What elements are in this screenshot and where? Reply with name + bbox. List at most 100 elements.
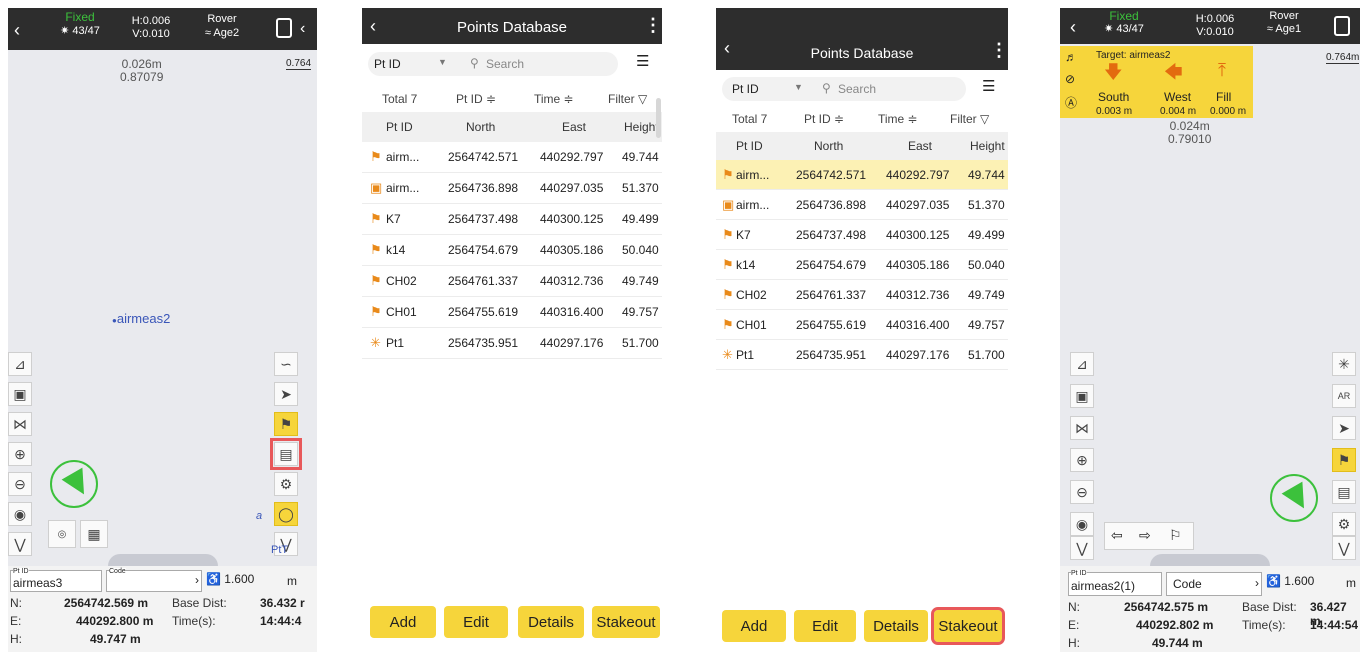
filter-field-select[interactable]: Pt ID ▼	[722, 77, 816, 101]
points-database-icon[interactable]: ▤	[270, 438, 302, 470]
edge-label-pt: PtT	[271, 544, 289, 556]
sparkle-icon[interactable]: ✳	[1332, 352, 1356, 376]
filter-field-select[interactable]: Pt ID ▼	[368, 52, 464, 76]
previous-point-icon[interactable]: ⇦	[1111, 527, 1123, 544]
list-view-icon[interactable]: ☰	[982, 77, 995, 95]
antenna-height[interactable]: ♿ 1.600	[1266, 574, 1314, 588]
gnss-status[interactable]: Fixed ✷ 43/47	[50, 11, 110, 37]
points-database-icon[interactable]: ▤	[1332, 480, 1356, 504]
measure-tool-icon[interactable]: ⊿	[8, 352, 32, 376]
table-row[interactable]: ✳ Pt1 2564735.951 440297.176 51.700	[362, 328, 662, 359]
table-row[interactable]: ⚑ CH02 2564761.337 440312.736 49.749	[716, 280, 1008, 310]
satellite-count: 43/47	[72, 25, 100, 37]
navigate-icon[interactable]: ➤	[274, 382, 298, 406]
device-icon[interactable]	[1334, 16, 1350, 36]
visibility-off-icon[interactable]: ⊘	[1065, 72, 1075, 86]
collapse-view-icon[interactable]: ⋈	[8, 412, 32, 436]
curve-tool-icon[interactable]: ∽	[274, 352, 298, 376]
survey-pole-icon[interactable]: ⚑	[274, 412, 298, 436]
table-row[interactable]: ✳ Pt1 2564735.951 440297.176 51.700	[716, 340, 1008, 370]
edit-button[interactable]: Edit	[794, 610, 856, 642]
precision-readout: H:0.006 V:0.010	[1190, 14, 1240, 38]
stakeout-button[interactable]: Stakeout	[931, 607, 1005, 645]
table-row[interactable]: ⚑ K7 2564737.498 440300.125 49.499	[362, 204, 662, 235]
code-field[interactable]: Code ›	[106, 568, 202, 592]
globe-icon[interactable]: ◉	[1070, 512, 1094, 536]
arrow-up-bar-icon: ⤒	[1218, 60, 1226, 80]
next-point-icon[interactable]: ⇨	[1139, 527, 1151, 544]
back-button[interactable]: ‹	[14, 20, 20, 41]
back-button[interactable]: ‹	[1070, 17, 1076, 38]
collapse-view-icon[interactable]: ⋈	[1070, 416, 1094, 440]
navigate-icon[interactable]: ➤	[1332, 416, 1356, 440]
zoom-out-icon[interactable]: ⊖	[8, 472, 32, 496]
table-row[interactable]: ⚑ K7 2564737.498 440300.125 49.499	[716, 220, 1008, 250]
sort-pt-id-button[interactable]: Pt ID ≑	[456, 92, 496, 106]
table-row[interactable]: ▣ airm... 2564736.898 440297.035 51.370	[362, 173, 662, 204]
stakeout-button[interactable]: Stakeout	[592, 606, 660, 638]
details-button[interactable]: Details	[518, 606, 584, 638]
filter-button[interactable]: Filter ▽	[608, 92, 647, 106]
rover-status[interactable]: Rover ≈ Age1	[1256, 11, 1312, 35]
antenna-height[interactable]: ♿ 1.600	[206, 572, 254, 586]
search-input[interactable]: ⚲ Search	[816, 77, 966, 101]
edit-button[interactable]: Edit	[444, 606, 508, 638]
table-row[interactable]: ⚑ CH02 2564761.337 440312.736 49.749	[362, 266, 662, 297]
add-button[interactable]: Add	[722, 610, 786, 642]
table-row[interactable]: ⚑ airm... 2564742.571 440292.797 49.744	[362, 142, 662, 173]
zoom-in-icon[interactable]: ⊕	[8, 442, 32, 466]
details-button[interactable]: Details	[864, 610, 928, 642]
sound-icon[interactable]: ♬	[1065, 50, 1077, 64]
table-row[interactable]: ▣ airm... 2564736.898 440297.035 51.370	[716, 190, 1008, 220]
gnss-status[interactable]: Fixed ✷ 43/47	[1094, 10, 1154, 35]
east-cell: 440297.035	[540, 181, 604, 195]
map-point-label[interactable]: ●airmeas2	[112, 311, 170, 326]
ar-icon[interactable]: AR	[1332, 384, 1356, 408]
height-unit: m	[287, 574, 297, 588]
sort-pt-id-button[interactable]: Pt ID ≑	[804, 112, 844, 126]
filter-button[interactable]: Filter ▽	[950, 112, 989, 126]
zoom-extent-icon[interactable]: ▣	[1070, 384, 1094, 408]
add-button[interactable]: Add	[370, 606, 436, 638]
settings-icon[interactable]: ⚙	[274, 472, 298, 496]
pt-id-field[interactable]: Pt ID airmeas2(1)	[1068, 570, 1162, 596]
drawer-handle-icon[interactable]	[108, 554, 218, 566]
flag-icon[interactable]: ⚐	[1169, 527, 1182, 544]
table-row[interactable]: ⚑ airm... 2564742.571 440292.797 49.744	[716, 160, 1008, 190]
height-cell: 49.744	[968, 167, 1005, 182]
device-icon[interactable]	[276, 18, 292, 38]
qr-icon[interactable]: ▦	[80, 520, 108, 548]
scrollbar[interactable]	[656, 98, 661, 138]
collapse-toolbar-icon[interactable]: ⋁	[1332, 536, 1356, 560]
list-view-icon[interactable]: ☰	[636, 52, 649, 70]
table-row[interactable]: ⚑ k14 2564754.679 440305.186 50.040	[362, 235, 662, 266]
auto-icon[interactable]: Ⓐ	[1065, 94, 1077, 111]
expand-more-icon[interactable]: ⋁	[1070, 536, 1094, 560]
rover-status[interactable]: Rover ≈ Age2	[194, 14, 250, 39]
sort-time-button[interactable]: Time ≑	[534, 92, 574, 106]
table-row[interactable]: ⚑ CH01 2564755.619 440316.400 49.757	[716, 310, 1008, 340]
nmea-icon[interactable]: ◯	[274, 502, 298, 526]
table-row[interactable]: ⚑ k14 2564754.679 440305.186 50.040	[716, 250, 1008, 280]
collapse-icon[interactable]: ‹	[300, 20, 305, 38]
more-options-icon[interactable]: ⋮	[990, 40, 1008, 61]
height-cell: 49.744	[622, 150, 659, 164]
column-height: Height	[970, 139, 1005, 153]
zoom-in-icon[interactable]: ⊕	[1070, 448, 1094, 472]
sort-time-button[interactable]: Time ≑	[878, 112, 918, 126]
table-row[interactable]: ⚑ CH01 2564755.619 440316.400 49.757	[362, 297, 662, 328]
page-title: Points Database	[456, 19, 568, 36]
zoom-out-icon[interactable]: ⊖	[1070, 480, 1094, 504]
search-input[interactable]: ⚲ Search	[464, 52, 618, 76]
measure-tool-icon[interactable]: ⊿	[1070, 352, 1094, 376]
zoom-extent-icon[interactable]: ▣	[8, 382, 32, 406]
survey-pole-icon[interactable]: ⚑	[1332, 448, 1356, 472]
more-options-icon[interactable]: ⋮	[644, 15, 662, 36]
globe-icon[interactable]: ◉	[8, 502, 32, 526]
settings-icon[interactable]: ⚙	[1332, 512, 1356, 536]
pt-id-field[interactable]: Pt ID airmeas3	[10, 568, 102, 592]
expand-more-icon[interactable]: ⋁	[8, 532, 32, 556]
code-field[interactable]: Code ›	[1166, 572, 1262, 596]
cad-icon[interactable]: ◎	[48, 520, 76, 548]
drawer-handle-icon[interactable]	[1150, 554, 1270, 566]
